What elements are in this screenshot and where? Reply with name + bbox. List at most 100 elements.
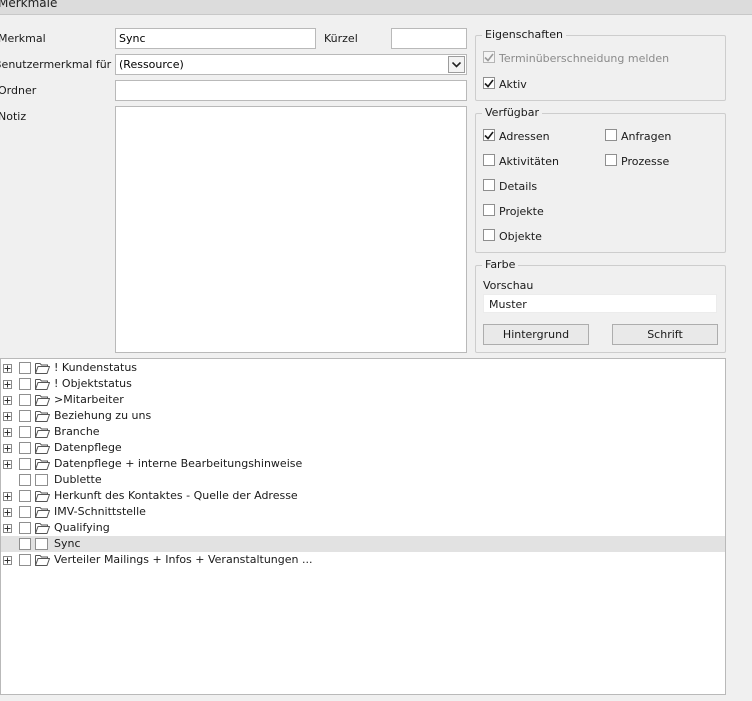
- tree-row-checkbox[interactable]: [19, 490, 31, 502]
- expand-plus-icon[interactable]: [3, 508, 12, 517]
- aktivitaeten-checkbox[interactable]: [483, 154, 495, 166]
- tree-row[interactable]: Beziehung zu uns: [1, 408, 725, 424]
- ordner-input[interactable]: [115, 80, 467, 101]
- expand-plus-icon[interactable]: [3, 396, 12, 405]
- folder-open-icon: [35, 426, 50, 438]
- tree-row-checkbox[interactable]: [19, 522, 31, 534]
- item-icon: [35, 538, 48, 550]
- tree-row-checkbox[interactable]: [19, 426, 31, 438]
- tree-row[interactable]: IMV-Schnittstelle: [1, 504, 725, 520]
- projekte-label: Projekte: [499, 205, 544, 218]
- expand-plus-icon[interactable]: [3, 380, 12, 389]
- folder-open-icon: [35, 442, 50, 454]
- benutzermerkmal-select[interactable]: (Ressource): [115, 54, 467, 75]
- expand-plus-icon[interactable]: [3, 492, 12, 501]
- tree-row-label: >Mitarbeiter: [54, 393, 124, 406]
- benutzermerkmal-label: Benutzermerkmal für: [0, 58, 112, 71]
- folder-open-icon: [35, 522, 50, 534]
- tree-row-label: Branche: [54, 425, 100, 438]
- tree-row-label: Verteiler Mailings + Infos + Veranstaltu…: [54, 553, 313, 566]
- tree-row-label: Sync: [54, 537, 81, 550]
- benutzermerkmal-value: (Ressource): [119, 58, 184, 71]
- tree-row[interactable]: ! Kundenstatus: [1, 360, 725, 376]
- tree-row[interactable]: Datenpflege + interne Bearbeitungshinwei…: [1, 456, 725, 472]
- merkmal-input[interactable]: Sync: [115, 28, 316, 49]
- eigenschaften-title: Eigenschaften: [482, 28, 566, 41]
- expand-plus-icon[interactable]: [3, 524, 12, 533]
- folder-open-icon: [35, 490, 50, 502]
- prozesse-checkbox[interactable]: [605, 154, 617, 166]
- tree-row-label: IMV-Schnittstelle: [54, 505, 146, 518]
- expand-plus-icon[interactable]: [3, 444, 12, 453]
- tree-row[interactable]: Verteiler Mailings + Infos + Veranstaltu…: [1, 552, 725, 568]
- chevron-down-icon[interactable]: [448, 56, 465, 73]
- tree-row-checkbox[interactable]: [19, 410, 31, 422]
- tree-row-checkbox[interactable]: [19, 362, 31, 374]
- objekte-checkbox[interactable]: [483, 229, 495, 241]
- tree-row-label: Qualifying: [54, 521, 110, 534]
- folder-open-icon: [35, 506, 50, 518]
- schrift-button[interactable]: Schrift: [612, 324, 718, 345]
- color-preview: Muster: [483, 294, 717, 313]
- tree-row-checkbox[interactable]: [19, 474, 31, 486]
- objekte-label: Objekte: [499, 230, 542, 243]
- ordner-label: Ordner: [0, 84, 37, 97]
- status-strip: [0, 695, 752, 701]
- vorschau-label: Vorschau: [483, 279, 534, 292]
- aktiv-checkbox[interactable]: [483, 77, 495, 89]
- expand-plus-icon[interactable]: [3, 428, 12, 437]
- hintergrund-button[interactable]: Hintergrund: [483, 324, 589, 345]
- expand-plus-icon[interactable]: [3, 556, 12, 565]
- tree-row-label: ! Kundenstatus: [54, 361, 138, 374]
- tree-row-label: Herkunft des Kontaktes - Quelle der Adre…: [54, 489, 298, 502]
- tree-row-label: Datenpflege + interne Bearbeitungshinwei…: [54, 457, 303, 470]
- tree-row[interactable]: ! Objektstatus: [1, 376, 725, 392]
- verfuegbar-title: Verfügbar: [482, 106, 543, 119]
- eigenschaften-group: Eigenschaften: [475, 28, 726, 101]
- adressen-label: Adressen: [499, 130, 550, 143]
- details-label: Details: [499, 180, 538, 193]
- tree-row-label: Beziehung zu uns: [54, 409, 152, 422]
- tree-row-checkbox[interactable]: [19, 554, 31, 566]
- termin-checkbox[interactable]: [483, 51, 495, 63]
- tree-row-checkbox[interactable]: [19, 458, 31, 470]
- expand-plus-icon[interactable]: [3, 364, 12, 373]
- tree-row[interactable]: Sync: [1, 536, 725, 552]
- termin-label: Terminüberschneidung melden: [499, 52, 670, 65]
- tree-row[interactable]: Dublette: [1, 472, 725, 488]
- tree-row-checkbox[interactable]: [19, 538, 31, 550]
- item-icon: [35, 474, 48, 486]
- tree-row-checkbox[interactable]: [19, 442, 31, 454]
- aktivitaeten-label: Aktivitäten: [499, 155, 559, 168]
- adressen-checkbox[interactable]: [483, 129, 495, 141]
- tree-row[interactable]: >Mitarbeiter: [1, 392, 725, 408]
- tree-row[interactable]: Herkunft des Kontaktes - Quelle der Adre…: [1, 488, 725, 504]
- tree-row[interactable]: Datenpflege: [1, 440, 725, 456]
- folder-open-icon: [35, 458, 50, 470]
- tree-row[interactable]: Branche: [1, 424, 725, 440]
- projekte-checkbox[interactable]: [483, 204, 495, 216]
- farbe-title: Farbe: [482, 258, 519, 271]
- folder-open-icon: [35, 362, 50, 374]
- tree-row-checkbox[interactable]: [19, 506, 31, 518]
- kuerzel-input[interactable]: [391, 28, 467, 49]
- tree-row-label: ! Objektstatus: [54, 377, 132, 390]
- folder-open-icon: [35, 378, 50, 390]
- kuerzel-label: Kürzel: [324, 32, 358, 45]
- tree-row-checkbox[interactable]: [19, 394, 31, 406]
- window-title: Merkmale: [0, 0, 58, 10]
- checkmark-icon: [484, 131, 494, 140]
- tree-row-label: Datenpflege: [54, 441, 122, 454]
- tree-row-checkbox[interactable]: [19, 378, 31, 390]
- details-checkbox[interactable]: [483, 179, 495, 191]
- tree-row[interactable]: Qualifying: [1, 520, 725, 536]
- anfragen-checkbox[interactable]: [605, 129, 617, 141]
- anfragen-label: Anfragen: [621, 130, 672, 143]
- merkmal-tree[interactable]: ! Kundenstatus ! Objektstatus >Mitarbeiter…: [0, 358, 726, 695]
- notiz-textarea[interactable]: [115, 106, 467, 353]
- window-title-bar: Merkmale: [0, 0, 752, 15]
- tree-row-label: Dublette: [54, 473, 102, 486]
- folder-open-icon: [35, 410, 50, 422]
- expand-plus-icon[interactable]: [3, 412, 12, 421]
- expand-plus-icon[interactable]: [3, 460, 12, 469]
